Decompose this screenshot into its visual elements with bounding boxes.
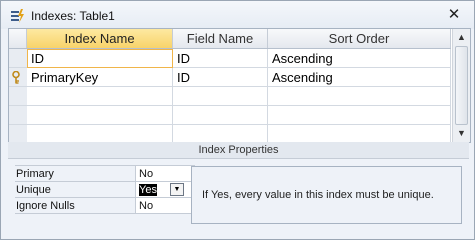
row-selector[interactable] [9,68,27,87]
grid-header: Index Name Field Name Sort Order [9,29,451,49]
index-name-cell[interactable] [27,87,173,106]
table-row: ID ID Ascending [27,49,451,68]
window-title: Indexes: Table1 [31,9,115,23]
sort-order-cell[interactable]: Ascending [268,49,451,68]
scroll-thumb[interactable] [455,46,468,125]
index-grid: Index Name Field Name Sort Order ID ID A… [8,28,471,143]
index-lightning-icon [11,9,24,23]
scroll-up-icon[interactable]: ▲ [454,29,469,45]
property-label: Unique [15,182,135,198]
dropdown-arrow-icon[interactable]: ▼ [170,183,184,196]
header-corner[interactable] [9,29,27,48]
row-selector[interactable] [9,106,27,125]
close-icon: ✕ [447,6,461,23]
table-row: PrimaryKey ID Ascending [27,68,451,87]
title-bar[interactable]: Indexes: Table1 ✕ [1,1,474,29]
table-row [27,125,451,142]
field-name-cell[interactable] [173,87,268,106]
property-row-primary: Primary No [15,166,195,182]
row-selector[interactable] [9,87,27,106]
row-selector[interactable] [9,49,27,68]
row-selector-column [9,49,28,142]
index-name-cell[interactable]: PrimaryKey [27,68,173,87]
unique-dropdown[interactable]: Yes ▼ [135,182,195,198]
sort-order-cell[interactable] [268,106,451,125]
vertical-scrollbar[interactable]: ▲ ▼ [452,29,470,142]
key-icon [12,71,20,84]
column-header-sort-order[interactable]: Sort Order [268,29,451,48]
table-row [27,87,451,106]
column-header-field-name[interactable]: Field Name [173,29,268,48]
property-row-ignore-nulls: Ignore Nulls No [15,198,195,214]
sort-order-cell[interactable] [268,87,451,106]
help-text: If Yes, every value in this index must b… [202,189,434,201]
scroll-down-icon[interactable]: ▼ [454,125,469,141]
field-name-cell[interactable] [173,106,268,125]
sort-order-cell[interactable]: Ascending [268,68,451,87]
ignore-nulls-value[interactable]: No [135,198,195,214]
properties-grid: Primary No Unique Yes ▼ Ignore Nulls No [15,165,195,214]
index-name-cell[interactable]: ID [27,49,173,68]
index-properties-panel: Primary No Unique Yes ▼ Ignore Nulls No … [8,159,469,231]
primary-value[interactable]: No [135,166,195,182]
property-help-box: If Yes, every value in this index must b… [191,166,462,224]
property-label: Ignore Nulls [15,198,135,214]
index-name-cell[interactable] [27,106,173,125]
field-name-cell[interactable]: ID [173,49,268,68]
row-selector[interactable] [9,125,27,142]
index-name-cell[interactable] [27,125,173,142]
unique-value[interactable]: Yes [139,184,157,196]
property-label: Primary [15,166,135,182]
close-button[interactable]: ✕ [445,7,463,23]
field-name-cell[interactable]: ID [173,68,268,87]
property-row-unique: Unique Yes ▼ [15,182,195,198]
sort-order-cell[interactable] [268,125,451,142]
table-row [27,106,451,125]
column-header-index-name[interactable]: Index Name [27,29,173,48]
indexes-window: Indexes: Table1 ✕ Index Name Field Name … [0,0,475,240]
index-properties-header: Index Properties [8,142,469,159]
field-name-cell[interactable] [173,125,268,142]
